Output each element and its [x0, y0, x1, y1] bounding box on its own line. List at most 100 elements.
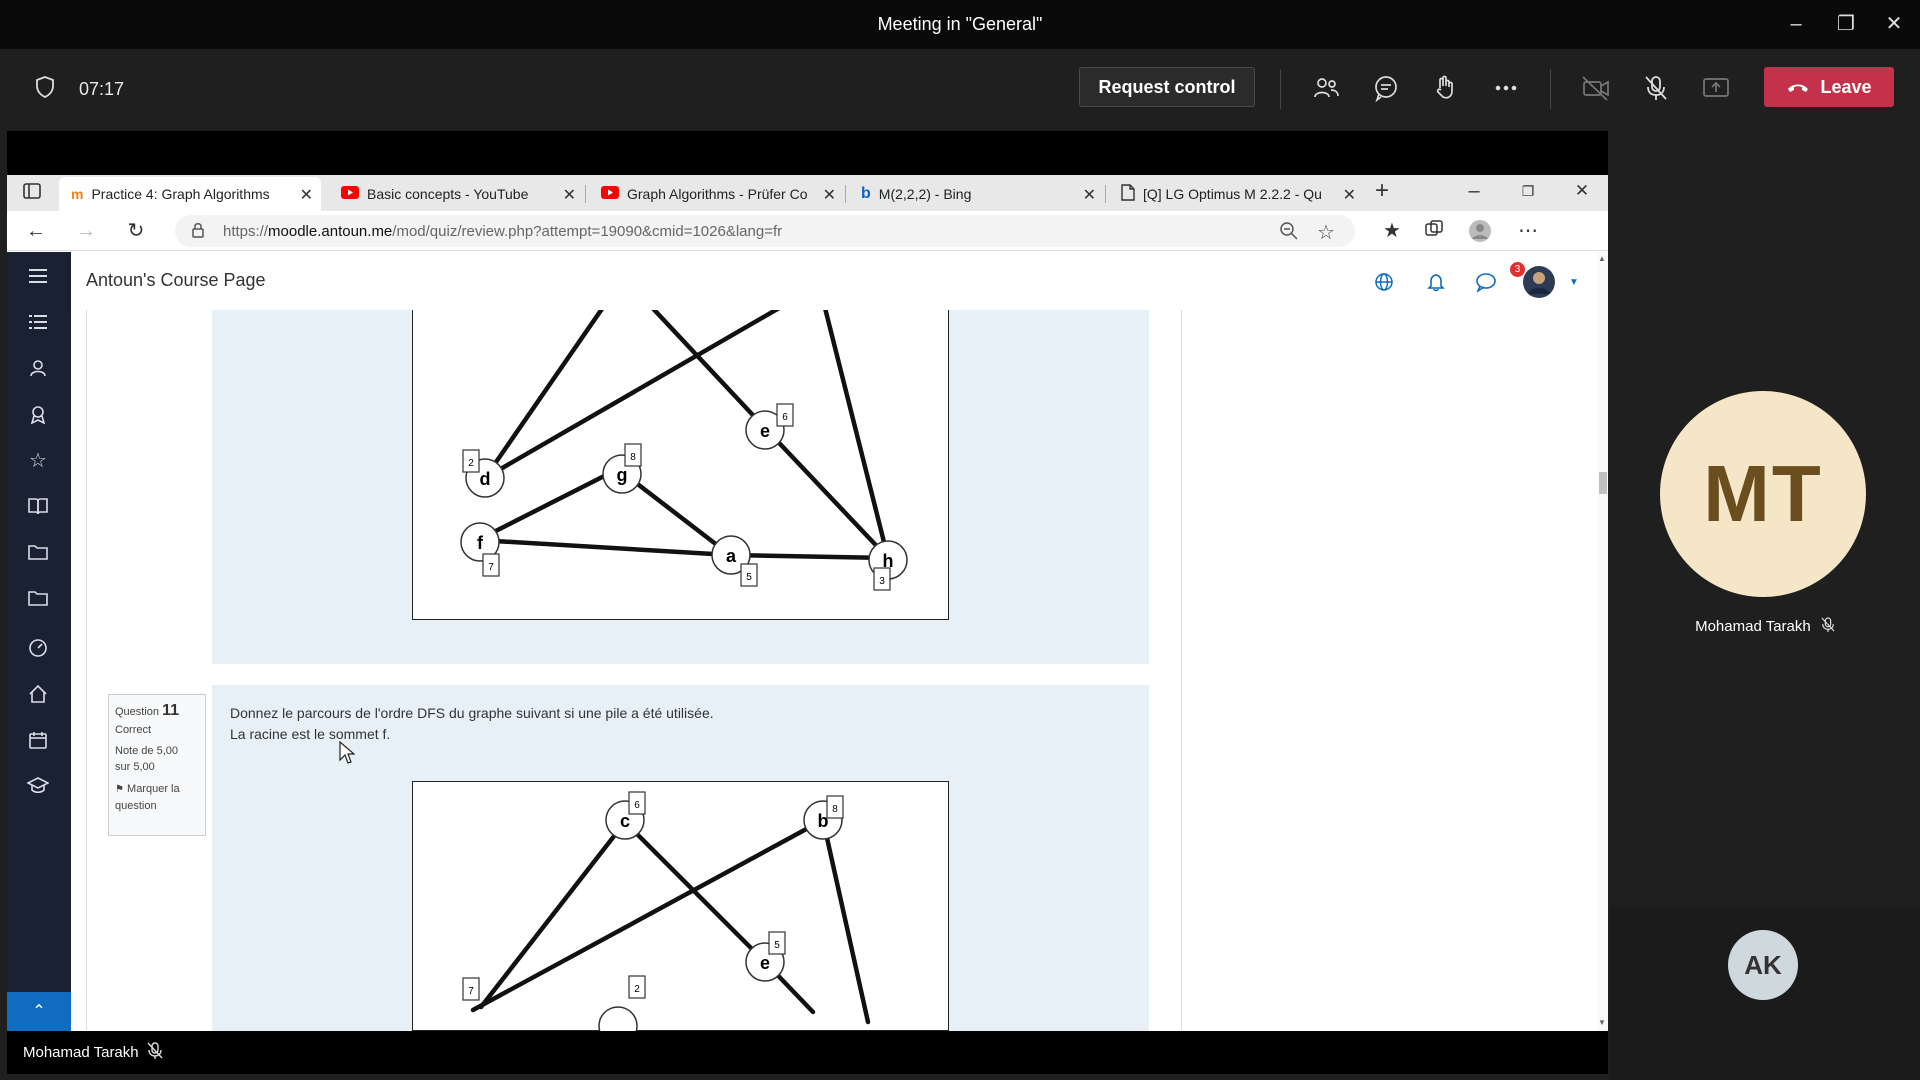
document-icon	[1121, 184, 1135, 204]
collections-icon[interactable]	[1421, 219, 1447, 245]
address-bar[interactable]: https://moodle.antoun.me/mod/quiz/review…	[175, 215, 1355, 247]
graph-node-partial-left: 7	[462, 977, 480, 1001]
request-control-button[interactable]: Request control	[1079, 67, 1255, 107]
calendar-icon[interactable]	[24, 726, 52, 754]
svg-text:8: 8	[630, 452, 636, 463]
site-name[interactable]: Antoun's Course Page	[86, 270, 266, 291]
phone-hangup-icon	[1788, 84, 1809, 92]
notifications-icon[interactable]	[1423, 269, 1449, 295]
participants-sidebar-icon[interactable]	[24, 354, 52, 382]
svg-text:e: e	[760, 421, 770, 441]
graph-node-h: h 3	[868, 540, 908, 591]
chat-icon[interactable]	[1368, 70, 1404, 106]
previous-question-panel: d 2 g 8 e 6 f 7 a 5 h 3	[212, 310, 1149, 664]
svg-text:3: 3	[879, 576, 885, 587]
main-content: d 2 g 8 e 6 f 7 a 5 h 3 Question 11 Corr…	[71, 310, 1598, 1031]
leave-button[interactable]: Leave	[1764, 67, 1894, 107]
meeting-timer: 07:17	[79, 79, 125, 99]
reload-icon[interactable]: ↻	[123, 219, 149, 245]
scroll-thumb[interactable]	[1599, 472, 1607, 494]
graph-node-e: e 6	[745, 403, 794, 450]
close-icon[interactable]: ✕	[563, 185, 576, 205]
menu-icon[interactable]	[24, 262, 52, 290]
scroll-up-icon[interactable]: ▲	[1598, 254, 1606, 263]
participants-pane: MT Mohamad Tarakh AK	[1610, 131, 1920, 1080]
new-tab-icon[interactable]: +	[1369, 179, 1395, 205]
close-icon[interactable]: ✕	[1083, 185, 1096, 205]
browser-restore-icon[interactable]: ❐	[1515, 179, 1541, 205]
tab-lg-optimus[interactable]: [Q] LG Optimus M 2.2.2 - Qu ✕	[1109, 177, 1364, 211]
graph-diagram-top: d 2 g 8 e 6 f 7 a 5 h 3	[460, 310, 908, 591]
zoom-icon[interactable]	[1279, 221, 1299, 246]
browser-close-icon[interactable]: ✕	[1569, 179, 1595, 205]
book-icon[interactable]	[24, 492, 52, 520]
user-avatar[interactable]	[1523, 266, 1555, 298]
graph-node-e: e 5	[745, 931, 786, 982]
tab-youtube-prufer[interactable]: Graph Algorithms - Prüfer Co ✕	[589, 177, 844, 211]
mic-off-icon	[147, 1042, 163, 1064]
svg-text:7: 7	[488, 562, 494, 573]
messages-icon[interactable]	[1473, 269, 1499, 295]
question-state: Correct	[115, 724, 152, 736]
browser-window: m Practice 4: Graph Algorithms ✕ Basic c…	[7, 175, 1608, 1031]
close-icon[interactable]: ✕	[300, 185, 313, 205]
scroll-down-icon[interactable]: ▼	[1598, 1018, 1606, 1027]
shared-screen: m Practice 4: Graph Algorithms ✕ Basic c…	[7, 131, 1608, 1074]
self-avatar[interactable]: AK	[1728, 930, 1798, 1000]
tab-actions-icon[interactable]	[19, 181, 45, 207]
graph-diagram-bottom: c 6 b 8 e 5 7 2	[462, 791, 871, 1031]
home-icon[interactable]	[24, 680, 52, 708]
youtube-icon	[601, 186, 619, 202]
svg-text:5: 5	[774, 940, 780, 951]
language-icon[interactable]	[1371, 269, 1397, 295]
share-screen-icon[interactable]	[1698, 70, 1734, 106]
tab-practice4[interactable]: m Practice 4: Graph Algorithms ✕	[59, 177, 321, 211]
favorites-icon[interactable]: ★	[1379, 219, 1405, 245]
shield-icon	[34, 75, 56, 104]
flag-question-link[interactable]: ⚑ Marquer la question	[115, 781, 199, 814]
mic-off-icon[interactable]	[1638, 70, 1674, 106]
list-icon[interactable]	[24, 308, 52, 336]
folder-icon[interactable]	[24, 538, 52, 566]
leave-label: Leave	[1820, 76, 1872, 97]
navigation-bar: ← → ↻ https://moodle.antoun.me/mod/quiz/…	[7, 211, 1608, 251]
graduation-cap-icon[interactable]	[24, 772, 52, 800]
graph-node-f: f 7	[460, 522, 500, 577]
close-button[interactable]: ✕	[1874, 8, 1914, 40]
graph-image-top: d 2 g 8 e 6 f 7 a 5 h 3	[412, 310, 949, 620]
tab-youtube-basic[interactable]: Basic concepts - YouTube ✕	[329, 177, 584, 211]
back-icon[interactable]: ←	[23, 219, 49, 245]
star-icon[interactable]: ☆	[24, 446, 52, 474]
folder-icon[interactable]	[24, 584, 52, 612]
bing-icon: b	[861, 185, 871, 202]
moodle-icon: m	[71, 186, 84, 202]
page-scrollbar[interactable]: ▲ ▼	[1597, 252, 1608, 1031]
badge-icon[interactable]	[24, 400, 52, 428]
presenter-avatar[interactable]: MT	[1660, 391, 1866, 597]
settings-more-icon[interactable]: ⋯	[1515, 219, 1541, 245]
reactions-icon[interactable]	[1428, 70, 1464, 106]
scroll-top-button[interactable]: ⌃	[7, 992, 71, 1031]
window-title: Meeting in "General"	[877, 14, 1043, 34]
close-icon[interactable]: ✕	[1343, 185, 1356, 205]
tab-bing[interactable]: b M(2,2,2) - Bing ✕	[849, 177, 1104, 211]
more-options-icon[interactable]	[1488, 70, 1524, 106]
participants-icon[interactable]	[1308, 70, 1344, 106]
presenter-label-bar: Mohamad Tarakh	[7, 1031, 1608, 1074]
camera-off-icon[interactable]	[1578, 70, 1614, 106]
lock-icon	[191, 222, 205, 244]
flag-icon: ⚑	[115, 784, 124, 795]
profile-icon[interactable]	[1467, 219, 1493, 245]
moodle-page: ☆ ⌃ Antoun's Course Page 3 ▼ d 2 g 8 e 6…	[7, 252, 1608, 1031]
presenter-tile-name: Mohamad Tarakh	[1610, 617, 1920, 637]
dashboard-icon[interactable]	[24, 634, 52, 662]
tab-strip: m Practice 4: Graph Algorithms ✕ Basic c…	[7, 175, 1608, 211]
close-icon[interactable]: ✕	[823, 185, 836, 205]
graph-image-bottom: c 6 b 8 e 5 7 2	[412, 781, 949, 1031]
minimize-button[interactable]: –	[1776, 8, 1816, 40]
browser-minimize-icon[interactable]: –	[1461, 179, 1487, 205]
add-favorite-icon[interactable]: ☆	[1317, 220, 1335, 245]
restore-button[interactable]: ❐	[1826, 8, 1866, 40]
user-menu-chevron-down-icon[interactable]: ▼	[1561, 269, 1587, 295]
forward-icon[interactable]: →	[73, 219, 99, 245]
